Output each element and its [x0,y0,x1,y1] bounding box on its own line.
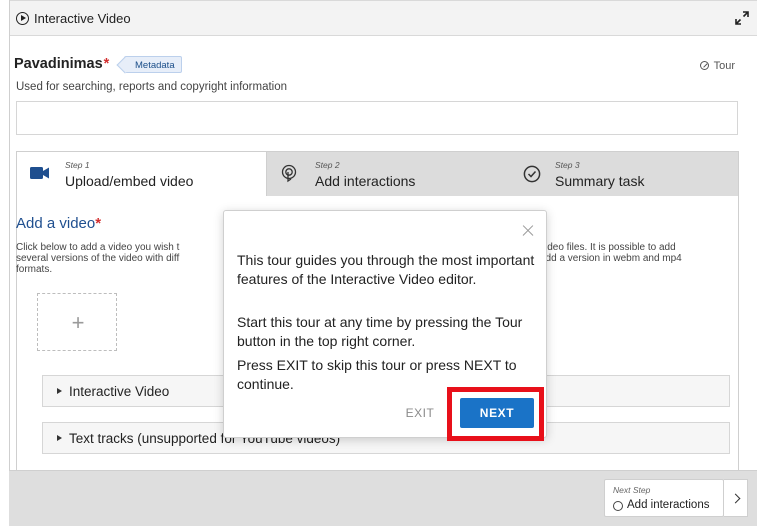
add-video-button[interactable]: + [37,293,117,351]
close-icon[interactable] [522,225,534,237]
add-video-heading: Add a video* [16,215,102,232]
fullscreen-icon[interactable] [734,10,750,26]
video-camera-icon [30,167,49,179]
chevron-right-icon[interactable] [724,479,748,517]
play-circle-icon [16,12,29,25]
title-input[interactable] [16,101,738,135]
next-step-button[interactable]: Next Step Add interactions [604,479,724,517]
exit-button[interactable]: EXIT [391,398,449,428]
tour-button[interactable]: Tour [699,60,735,72]
tab-step-2[interactable]: Step 2 Add interactions [267,152,507,196]
tap-icon [281,164,297,183]
title-field-description: Used for searching, reports and copyrigh… [16,81,288,93]
check-circle-icon [523,165,541,183]
tab-step-1[interactable]: Step 1 Upload/embed video [17,152,267,196]
tour-text-start: Start this tour at any time by pressing … [237,314,523,349]
title-field-label: Pavadinimas* [14,56,110,72]
plus-icon: + [71,310,85,335]
step-footer: Next Step Add interactions [9,470,757,526]
window-title: Interactive Video [34,11,131,26]
tap-icon [613,501,623,511]
metadata-button[interactable]: Metadata [124,56,182,73]
tour-icon [699,61,709,70]
step-tabs: Step 1 Upload/embed video Step 2 Add int… [16,151,739,197]
caret-right-icon [57,388,62,394]
caret-right-icon [57,435,62,441]
next-button-highlight [447,387,544,441]
tour-text-intro: This tour guides you through the most im… [237,252,535,287]
required-mark: * [103,56,110,72]
title-bar: Interactive Video [10,0,757,36]
tab-step-3[interactable]: Step 3 Summary task [507,152,738,196]
required-mark: * [95,215,102,232]
